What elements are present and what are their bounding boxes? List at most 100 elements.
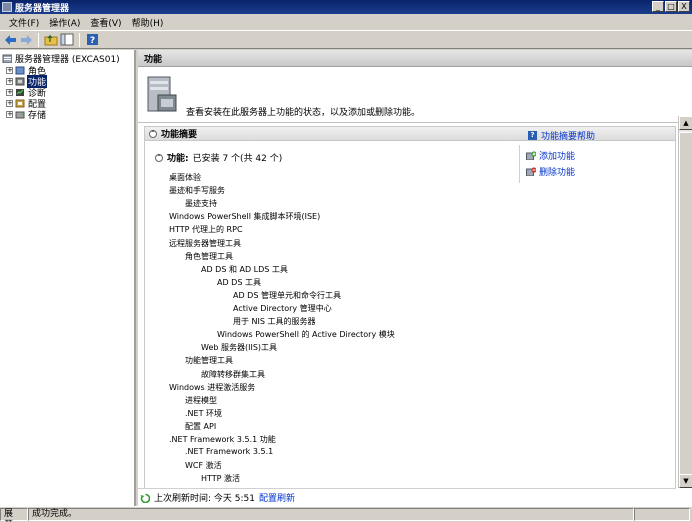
feature-item: HTTP 代理上的 RPC: [169, 225, 243, 235]
feature-item: Web 服务器(IIS)工具: [201, 343, 278, 353]
help-link-label: 功能摘要帮助: [540, 132, 595, 142]
feature-item: 墨迹支持: [185, 199, 217, 209]
back-arrow-icon: [4, 34, 16, 45]
features-summary-help-link[interactable]: ? 功能摘要帮助: [527, 129, 595, 142]
feature-item: Windows PowerShell 集成脚本环境(ISE): [169, 212, 321, 222]
features-icon: [15, 77, 25, 86]
configure-refresh-link[interactable]: 配置刷新: [259, 491, 295, 504]
page-description: 查看安装在此服务器上功能的状态，以及添加或删除功能。: [186, 108, 421, 118]
menu-action[interactable]: 操作(A): [44, 16, 85, 29]
remove-features-label: 删除功能: [539, 168, 576, 178]
content-pane: 功能 查看安装在此服务器上功能的状态，以及添加或删除功能。 ⌃ 功能摘要 ? 功…: [138, 50, 692, 506]
minimize-button[interactable]: _: [652, 1, 664, 12]
status-extra: [634, 508, 690, 521]
feature-item: AD DS 和 AD LDS 工具: [201, 264, 288, 274]
feature-item: 进程模型: [185, 395, 217, 405]
show-hide-tree-button[interactable]: [60, 33, 74, 47]
add-features-link[interactable]: 添加功能: [526, 149, 575, 162]
summary-label: 功能:: [167, 154, 189, 164]
folder-up-icon: [44, 34, 58, 46]
menu-view[interactable]: 查看(V): [85, 16, 126, 29]
tree-root[interactable]: 服务器管理器 (EXCAS01): [2, 53, 121, 65]
console-tree-icon: [60, 33, 74, 46]
menu-help[interactable]: 帮助(H): [127, 16, 169, 29]
tree-item-storage[interactable]: + 存储: [6, 109, 47, 121]
feature-item: .NET Framework 3.5.1: [185, 447, 274, 457]
feature-item: AD DS 管理单元和命令行工具: [233, 290, 341, 300]
up-level-button[interactable]: [44, 33, 58, 47]
close-button[interactable]: X: [678, 1, 690, 12]
feature-item: 用于 NIS 工具的服务器: [233, 317, 316, 327]
toolbar-separator: [38, 32, 39, 47]
tree-item-label: 存储: [28, 111, 47, 121]
scroll-down-arrow-icon[interactable]: ▼: [679, 474, 692, 488]
features-banner-icon: [147, 76, 177, 112]
svg-text:?: ?: [89, 36, 94, 46]
section-title: 功能摘要: [161, 130, 198, 140]
menu-bar: 文件(F) 操作(A) 查看(V) 帮助(H): [0, 14, 692, 30]
diagnostics-icon: [16, 89, 24, 96]
window-controls: _ □ X: [652, 1, 690, 12]
section-header: ⌃ 功能摘要 ? 功能摘要帮助: [145, 127, 675, 142]
back-button[interactable]: [3, 33, 17, 47]
expand-icon[interactable]: +: [6, 100, 13, 107]
description-banner: 查看安装在此服务器上功能的状态，以及添加或删除功能。: [138, 67, 692, 123]
forward-arrow-icon: [20, 34, 32, 45]
last-refresh-text: 上次刷新时间: 今天 5:51: [154, 494, 255, 504]
refresh-icon: [140, 493, 150, 503]
storage-icon: [15, 111, 25, 119]
title-bar: 服务器管理器 _ □ X: [0, 0, 692, 14]
status-bar: 展开: 成功完成。: [0, 506, 692, 522]
feature-item: .NET 环境: [185, 408, 223, 418]
summary-value: 已安装 7 个(共 42 个): [192, 154, 283, 164]
roles-icon: [15, 66, 25, 75]
add-feature-icon: [526, 151, 536, 160]
feature-item: 角色管理工具: [185, 251, 233, 261]
status-left: 展开:: [0, 508, 28, 522]
help-icon: ?: [86, 34, 98, 46]
remove-feature-icon: [526, 167, 536, 176]
collapse-icon[interactable]: ⌃: [155, 153, 163, 162]
help-icon: ?: [527, 131, 537, 140]
window-title: 服务器管理器: [15, 3, 70, 14]
features-summary: ⌃ 功能: 已安装 7 个(共 42 个): [155, 151, 282, 164]
toolbar-separator: [79, 32, 80, 47]
expand-icon[interactable]: +: [6, 111, 13, 118]
feature-item: 功能管理工具: [185, 356, 233, 366]
feature-item: Active Directory 管理中心: [233, 304, 332, 313]
feature-item: 桌面体验: [169, 173, 201, 182]
vertical-scrollbar[interactable]: ▲ ▼: [678, 116, 692, 488]
server-manager-icon: [2, 2, 12, 12]
content-title: 功能: [138, 50, 692, 67]
configuration-icon: [15, 99, 25, 108]
feature-item: Windows 进程激活服务: [169, 382, 256, 392]
feature-item: Windows PowerShell 的 Active Directory 模块: [217, 330, 395, 340]
help-button[interactable]: ?: [85, 33, 99, 47]
expand-icon[interactable]: +: [6, 78, 13, 85]
expand-icon[interactable]: +: [6, 89, 13, 96]
feature-item: AD DS 工具: [217, 277, 261, 287]
feature-item: 墨迹和手写服务: [169, 186, 225, 196]
toolbar: ?: [0, 30, 692, 49]
scroll-thumb[interactable]: [679, 132, 692, 476]
expand-icon[interactable]: +: [6, 67, 13, 74]
scroll-up-arrow-icon[interactable]: ▲: [679, 116, 692, 130]
server-icon: [2, 54, 12, 63]
feature-item: HTTP 激活: [201, 474, 241, 484]
feature-item: .NET Framework 3.5.1 功能: [169, 435, 276, 444]
remove-features-link[interactable]: 删除功能: [526, 165, 575, 178]
add-features-label: 添加功能: [539, 152, 576, 162]
status-message: 成功完成。: [28, 508, 634, 521]
console-tree: 服务器管理器 (EXCAS01) + 角色 + 功能 + 诊断 + 配置 + 存…: [0, 50, 136, 506]
maximize-button[interactable]: □: [665, 1, 677, 12]
forward-button[interactable]: [19, 33, 33, 47]
actions-panel: 添加功能 删除功能: [519, 145, 677, 183]
collapse-icon[interactable]: ⌃: [149, 129, 157, 138]
feature-item: 故障转移群集工具: [201, 369, 265, 379]
menu-file[interactable]: 文件(F): [4, 16, 44, 29]
feature-item: WCF 激活: [185, 461, 222, 471]
refresh-bar: 上次刷新时间: 今天 5:51 配置刷新: [138, 488, 676, 506]
feature-item: 远程服务器管理工具: [169, 238, 241, 248]
feature-item: 配置 API: [185, 421, 217, 431]
features-summary-section: ⌃ 功能摘要 ? 功能摘要帮助 ⌃ 功能: 已安装 7 个(共 42 个) 添加…: [144, 126, 676, 506]
